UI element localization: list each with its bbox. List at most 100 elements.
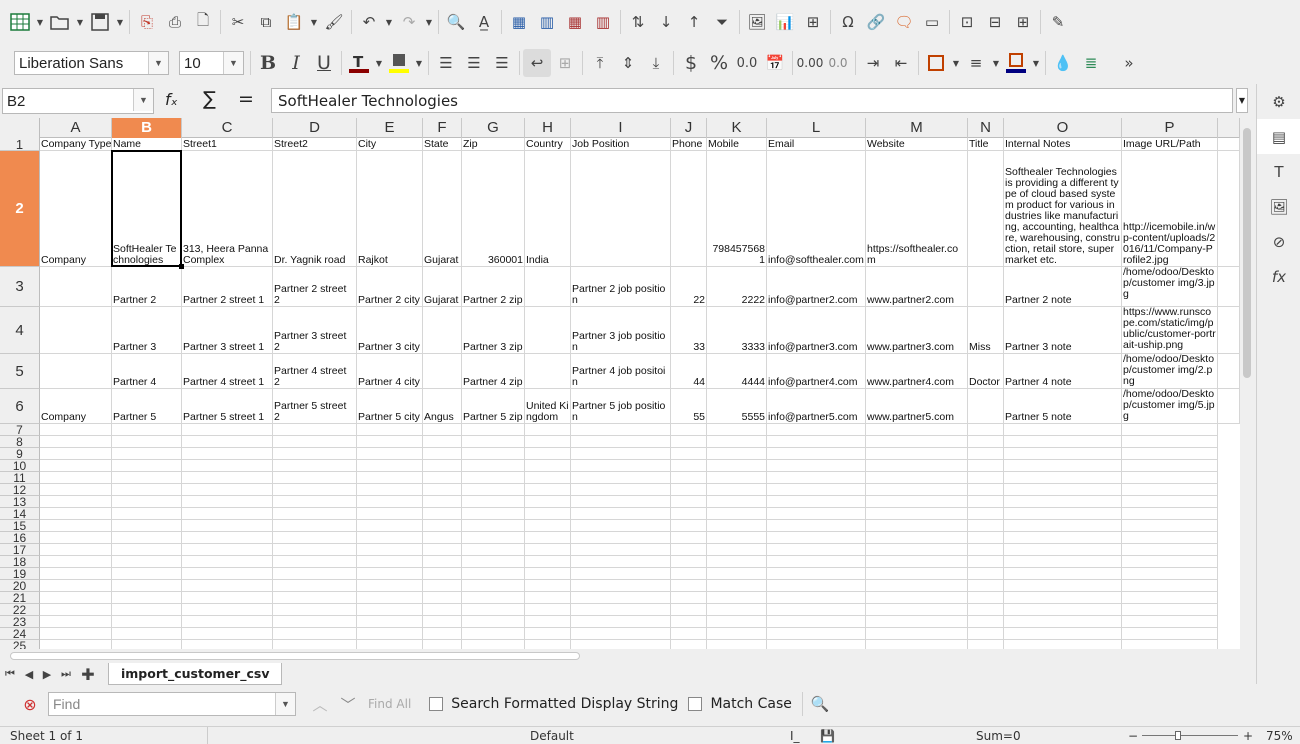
cell-c6[interactable]: Partner 5 street 1 <box>182 389 273 424</box>
column-header-h[interactable]: H <box>525 118 571 138</box>
cell-f15[interactable] <box>423 520 462 532</box>
previous-sheet-icon[interactable]: ◀ <box>20 660 38 688</box>
cell-f10[interactable] <box>423 460 462 472</box>
cell-a22[interactable] <box>40 604 112 616</box>
cell-n3[interactable] <box>968 267 1004 307</box>
horizontal-scroll-thumb[interactable] <box>10 652 580 660</box>
zoom-level[interactable]: 75% <box>1266 729 1293 743</box>
cell-l14[interactable] <box>767 508 866 520</box>
cell-c4[interactable]: Partner 3 street 1 <box>182 307 273 354</box>
cell-k16[interactable] <box>707 532 767 544</box>
cell-m7[interactable] <box>866 424 968 436</box>
cell-f25[interactable] <box>423 640 462 649</box>
cell-b20[interactable] <box>112 580 182 592</box>
cell-j2[interactable] <box>671 151 707 267</box>
gallery-icon[interactable]: 🖼 <box>1257 189 1300 224</box>
last-sheet-icon[interactable]: ⏭ <box>56 660 76 688</box>
cell-e21[interactable] <box>357 592 423 604</box>
search-formatted-checkbox[interactable]: Search Formatted Display String <box>429 696 678 712</box>
column-header-k[interactable]: K <box>707 118 767 138</box>
cell-m6[interactable]: www.partner5.com <box>866 389 968 424</box>
cell-a23[interactable] <box>40 616 112 628</box>
cell-j15[interactable] <box>671 520 707 532</box>
cell-k8[interactable] <box>707 436 767 448</box>
cell-k9[interactable] <box>707 448 767 460</box>
cell-k6[interactable]: 5555 <box>707 389 767 424</box>
split-window-icon[interactable]: ⊞ <box>1009 8 1037 36</box>
cell-o11[interactable] <box>1004 472 1122 484</box>
cell-f18[interactable] <box>423 556 462 568</box>
horizontal-scrollbar[interactable] <box>0 649 1254 663</box>
cell-n13[interactable] <box>968 496 1004 508</box>
vertical-scroll-thumb[interactable] <box>1243 128 1251 378</box>
cell-d22[interactable] <box>273 604 357 616</box>
cell-n15[interactable] <box>968 520 1004 532</box>
cell-h22[interactable] <box>525 604 571 616</box>
cell-d14[interactable] <box>273 508 357 520</box>
cell-c14[interactable] <box>182 508 273 520</box>
cell-b6[interactable]: Partner 5 <box>112 389 182 424</box>
cell-i16[interactable] <box>571 532 671 544</box>
add-sheet-icon[interactable]: ✚ <box>76 660 100 688</box>
cell-m23[interactable] <box>866 616 968 628</box>
cell-f3[interactable]: Gujarat <box>423 267 462 307</box>
cell-e11[interactable] <box>357 472 423 484</box>
cell-c24[interactable] <box>182 628 273 640</box>
navigator-icon[interactable]: ⊘ <box>1257 224 1300 259</box>
cell-c22[interactable] <box>182 604 273 616</box>
cell-j25[interactable] <box>671 640 707 649</box>
cell-c20[interactable] <box>182 580 273 592</box>
font-name-combo[interactable]: Liberation Sans ▼ <box>14 51 169 75</box>
cell-h2[interactable]: India <box>525 151 571 267</box>
add-decimal-button[interactable]: 0.00 <box>796 49 824 77</box>
formula-button[interactable]: = <box>238 88 258 110</box>
wrap-text-icon[interactable]: ↩ <box>523 49 551 77</box>
cell-a19[interactable] <box>40 568 112 580</box>
cell-e8[interactable] <box>357 436 423 448</box>
cell-b23[interactable] <box>112 616 182 628</box>
cell-e9[interactable] <box>357 448 423 460</box>
increase-indent-icon[interactable]: ⇥ <box>859 49 887 77</box>
cell-l6[interactable]: info@partner5.com <box>767 389 866 424</box>
cell-b24[interactable] <box>112 628 182 640</box>
cell-m20[interactable] <box>866 580 968 592</box>
cell-o3[interactable]: Partner 2 note <box>1004 267 1122 307</box>
cell-e2[interactable]: Rajkot <box>357 151 423 267</box>
cell-j17[interactable] <box>671 544 707 556</box>
cell-c16[interactable] <box>182 532 273 544</box>
cell-l7[interactable] <box>767 424 866 436</box>
cell-d19[interactable] <box>273 568 357 580</box>
column-header-o[interactable]: O <box>1004 118 1122 138</box>
cell-n20[interactable] <box>968 580 1004 592</box>
cell-i4[interactable]: Partner 3 job position <box>571 307 671 354</box>
cell-f17[interactable] <box>423 544 462 556</box>
cell-i11[interactable] <box>571 472 671 484</box>
cell-l19[interactable] <box>767 568 866 580</box>
chart-icon[interactable]: 📊 <box>771 8 799 36</box>
cell-e14[interactable] <box>357 508 423 520</box>
column-icon[interactable]: ▥ <box>533 8 561 36</box>
cell-m12[interactable] <box>866 484 968 496</box>
zoom-in-icon[interactable]: + <box>1243 729 1253 743</box>
freeze-icon[interactable]: ⊟ <box>981 8 1009 36</box>
column-header-b[interactable]: B <box>112 118 182 138</box>
border-color-dropdown-icon[interactable]: ▼ <box>1030 49 1042 77</box>
column-header-partial[interactable] <box>1218 118 1240 138</box>
function-wizard-button[interactable]: fₓ <box>165 90 195 112</box>
cell-m22[interactable] <box>866 604 968 616</box>
cell-a11[interactable] <box>40 472 112 484</box>
cell-a8[interactable] <box>40 436 112 448</box>
cell-p11[interactable] <box>1122 472 1218 484</box>
cell-g7[interactable] <box>462 424 525 436</box>
cell-h15[interactable] <box>525 520 571 532</box>
cell-c8[interactable] <box>182 436 273 448</box>
cell-g24[interactable] <box>462 628 525 640</box>
cell-c21[interactable] <box>182 592 273 604</box>
cell-b17[interactable] <box>112 544 182 556</box>
cell-o24[interactable] <box>1004 628 1122 640</box>
cell-d9[interactable] <box>273 448 357 460</box>
cell-b21[interactable] <box>112 592 182 604</box>
cell-p4[interactable]: https://www.runscope.com/static/img/publ… <box>1122 307 1218 354</box>
cell-d18[interactable] <box>273 556 357 568</box>
cell-l2[interactable]: info@softhealer.com <box>767 151 866 267</box>
